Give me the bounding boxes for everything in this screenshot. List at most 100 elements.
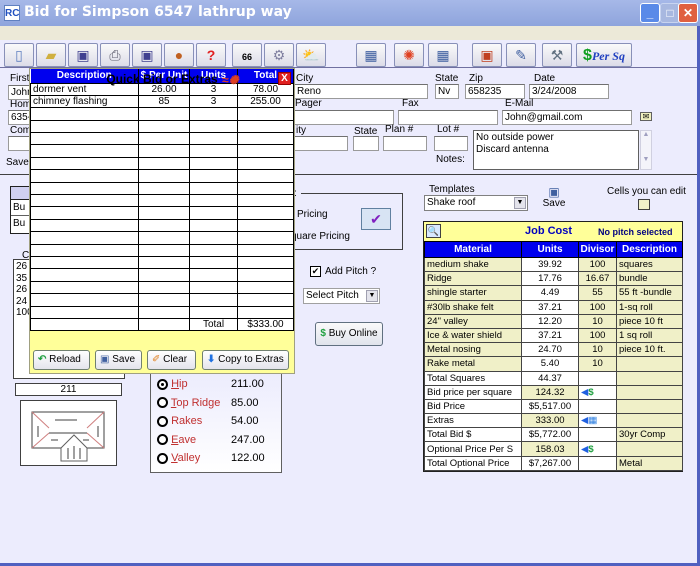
table-cell[interactable] <box>189 193 238 208</box>
maximize-button[interactable]: □ <box>660 3 680 23</box>
state-field[interactable]: Nv <box>435 84 459 99</box>
table-cell[interactable] <box>138 231 190 245</box>
table-cell[interactable] <box>138 193 190 208</box>
table-cell[interactable] <box>237 305 294 319</box>
select-pitch-dropdown[interactable]: Select Pitch ▼ <box>303 288 380 304</box>
material-cell[interactable]: Metal nosing <box>424 342 522 358</box>
summary-value[interactable]: 124.32 <box>521 384 579 400</box>
radio-button[interactable] <box>157 378 168 390</box>
material-cell[interactable]: 24" valley <box>424 313 522 329</box>
date-field[interactable]: 3/24/2008 <box>529 84 609 99</box>
fire-button[interactable]: ✺ <box>394 43 424 67</box>
divisor-cell[interactable]: 16.67 <box>578 271 617 287</box>
fax-field[interactable] <box>398 110 498 125</box>
open-button[interactable]: ▰ <box>36 43 66 67</box>
table-cell[interactable] <box>138 181 190 196</box>
table-cell[interactable] <box>189 119 238 134</box>
table-cell[interactable] <box>138 268 190 282</box>
table-cell[interactable] <box>30 218 139 233</box>
weather-button[interactable]: ⛅ <box>296 43 326 67</box>
table-cell[interactable] <box>30 132 139 146</box>
table-cell[interactable] <box>30 181 139 196</box>
description-cell[interactable]: squares <box>616 256 683 273</box>
table-cell[interactable] <box>189 255 238 270</box>
divisor-cell[interactable]: 100 <box>578 327 617 344</box>
settings-button[interactable]: ⚙ <box>264 43 294 67</box>
table-cell[interactable] <box>30 293 139 307</box>
square-pricing-option[interactable]: quare Pricing <box>291 231 350 242</box>
buy-online-button[interactable]: $ Buy Online <box>315 322 383 346</box>
table-cell[interactable] <box>237 119 294 134</box>
divisor-cell[interactable]: 55 <box>578 285 617 301</box>
table-cell[interactable] <box>138 218 190 233</box>
clear-button[interactable]: ✐ Clear <box>147 350 196 370</box>
table-cell[interactable] <box>189 206 238 220</box>
table-cell[interactable] <box>138 144 190 158</box>
description-cell[interactable]: 1 sq roll <box>616 327 683 344</box>
summary-note[interactable]: Metal <box>616 455 683 471</box>
table-cell[interactable] <box>237 181 294 196</box>
email-field[interactable]: John@gmail.com <box>502 110 632 125</box>
divisor-cell[interactable]: 10 <box>578 342 617 358</box>
save-button[interactable]: ▣ <box>68 43 98 67</box>
notes-scrollbar[interactable]: ▲ ▼ <box>640 130 652 170</box>
state2-field[interactable] <box>353 136 379 151</box>
table-cell[interactable] <box>30 305 139 319</box>
summary-action[interactable]: ◀$ <box>578 441 617 457</box>
table-cell[interactable] <box>138 305 190 319</box>
table-cell[interactable]: 255.00 <box>237 94 294 109</box>
table-cell[interactable] <box>30 243 139 257</box>
table-cell[interactable] <box>30 156 139 171</box>
divisor-cell[interactable]: 10 <box>578 313 617 329</box>
radio-button[interactable] <box>157 397 168 409</box>
divisor-cell[interactable]: 10 <box>578 356 617 372</box>
table-cell[interactable] <box>237 132 294 146</box>
description-cell[interactable]: piece 10 ft. <box>616 342 683 358</box>
table-cell[interactable] <box>30 231 139 245</box>
radio-button[interactable] <box>157 415 168 427</box>
roof-line-option[interactable]: Eave 247.00 <box>157 434 277 450</box>
table-cell[interactable] <box>237 206 294 220</box>
description-cell[interactable]: 55 ft -bundle <box>616 285 683 301</box>
table-cell[interactable] <box>30 255 139 270</box>
table-cell[interactable] <box>237 231 294 245</box>
table-cell[interactable] <box>237 243 294 257</box>
table-cell[interactable] <box>138 280 190 295</box>
description-cell[interactable]: piece 10 ft <box>616 313 683 329</box>
contacts-button[interactable]: ● <box>164 43 194 67</box>
table-cell[interactable] <box>189 293 238 307</box>
table-cell[interactable] <box>30 193 139 208</box>
table-cell[interactable]: 3 <box>189 94 238 109</box>
summary-note[interactable] <box>616 384 683 400</box>
template-save-button[interactable]: ▣ Save <box>541 186 567 214</box>
magnifier-button[interactable]: 🔍 <box>426 224 441 238</box>
city2-field[interactable] <box>294 136 348 151</box>
table-cell[interactable]: 85 <box>138 94 190 109</box>
radio-button[interactable] <box>157 434 168 446</box>
table-cell[interactable] <box>138 119 190 134</box>
table-cell[interactable] <box>189 231 238 245</box>
table-cell[interactable] <box>237 293 294 307</box>
table-cell[interactable] <box>30 144 139 158</box>
chevron-down-icon[interactable]: ▼ <box>366 290 378 302</box>
table-cell[interactable] <box>138 156 190 171</box>
table-search-button[interactable]: ▦ <box>428 43 458 67</box>
summary-note[interactable] <box>616 441 683 457</box>
table-cell[interactable] <box>138 255 190 270</box>
scroll-down-icon[interactable]: ▼ <box>641 156 651 163</box>
table-cell[interactable] <box>189 268 238 282</box>
calculator-icon[interactable]: ▦ <box>588 415 597 426</box>
add-pitch-checkbox[interactable]: ✔ <box>310 266 321 277</box>
help-button[interactable]: ? <box>196 43 226 67</box>
templates-dropdown[interactable]: Shake roof ▼ <box>424 195 528 211</box>
route-button[interactable]: 66 <box>232 43 262 67</box>
material-cell[interactable]: medium shake <box>424 256 522 273</box>
lot-field[interactable] <box>434 136 468 151</box>
behind-item[interactable]: Bu <box>11 216 29 231</box>
table-cell[interactable] <box>237 169 294 183</box>
zip-field[interactable]: 658235 <box>465 84 525 99</box>
summary-value[interactable]: 333.00 <box>521 413 579 429</box>
table-cell[interactable]: chimney flashing <box>30 94 139 109</box>
copy-to-extras-button[interactable]: ⬇ Copy to Extras <box>202 350 289 370</box>
table-cell[interactable] <box>237 144 294 158</box>
